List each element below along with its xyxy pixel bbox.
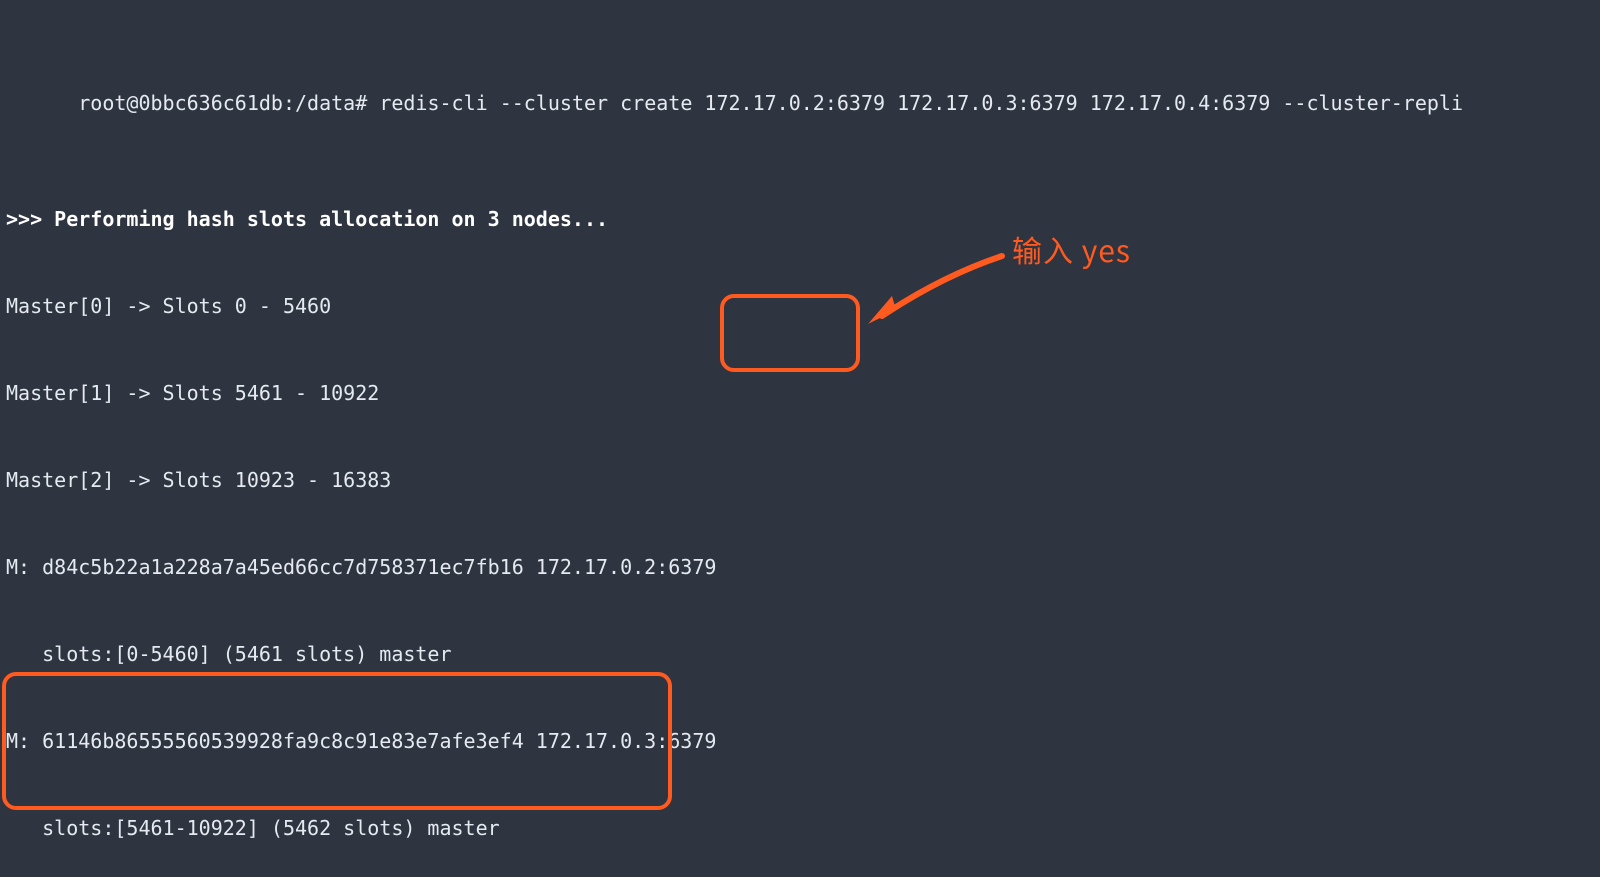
output-line: Master[1] -> Slots 5461 - 10922 bbox=[6, 379, 1594, 408]
output-line: Master[2] -> Slots 10923 - 16383 bbox=[6, 466, 1594, 495]
output-line: M: 61146b86555560539928fa9c8c91e83e7afe3… bbox=[6, 727, 1594, 756]
prompt-user: root@0bbc636c61db:/data# bbox=[78, 91, 367, 115]
output-line: Master[0] -> Slots 0 - 5460 bbox=[6, 292, 1594, 321]
output-line: M: d84c5b22a1a228a7a45ed66cc7d758371ec7f… bbox=[6, 553, 1594, 582]
terminal-output[interactable]: root@0bbc636c61db:/data# redis-cli --clu… bbox=[0, 0, 1600, 877]
output-line: slots:[0-5460] (5461 slots) master bbox=[6, 640, 1594, 669]
command-text: redis-cli --cluster create 172.17.0.2:63… bbox=[379, 91, 1463, 115]
annotation-label: 输入 yes bbox=[1012, 234, 1131, 264]
output-line: slots:[5461-10922] (5462 slots) master bbox=[6, 814, 1594, 843]
output-line: >>> Performing hash slots allocation on … bbox=[6, 205, 1594, 234]
